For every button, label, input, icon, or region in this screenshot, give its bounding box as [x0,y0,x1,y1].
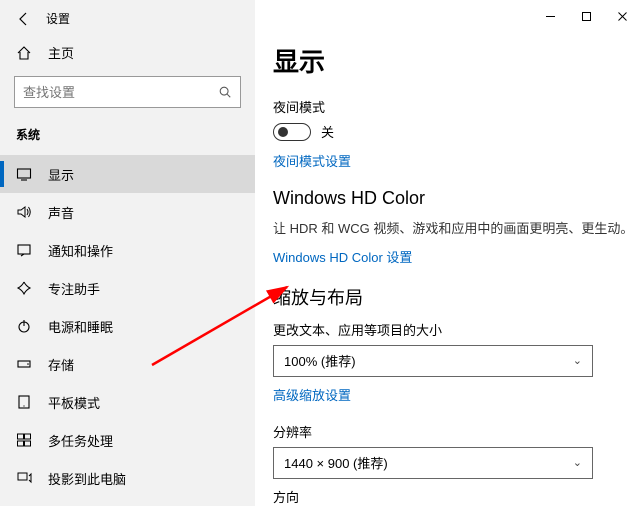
advanced-scale-link[interactable]: 高级缩放设置 [273,385,640,404]
toggle-state-label: 关 [321,122,334,141]
sidebar-item-label: 平板模式 [48,393,100,412]
night-mode-settings-link[interactable]: 夜间模式设置 [273,151,640,170]
sidebar-item-label: 声音 [48,203,74,222]
scale-title: 缩放与布局 [273,284,640,310]
resolution-value: 1440 × 900 (推荐) [284,453,388,472]
search-input-container[interactable] [14,76,241,108]
resolution-label: 分辨率 [273,422,640,441]
sidebar-item-label: 多任务处理 [48,431,113,450]
home-icon [16,45,32,61]
home-label: 主页 [48,43,74,62]
orientation-label: 方向 [273,487,640,506]
scale-select[interactable]: 100% (推荐) ⌄ [273,345,593,377]
sidebar-item-power[interactable]: 电源和睡眠 [0,307,255,345]
back-button[interactable] [16,11,32,27]
sidebar-item-label: 通知和操作 [48,241,113,260]
hd-color-title: Windows HD Color [273,188,640,209]
sidebar: 设置 主页 系统 显示 声音 [0,0,255,506]
night-mode-toggle[interactable] [273,123,311,141]
display-icon [16,166,32,182]
sidebar-item-project[interactable]: 投影到此电脑 [0,459,255,497]
hd-color-settings-link[interactable]: Windows HD Color 设置 [273,247,640,266]
home-nav[interactable]: 主页 [0,31,255,72]
sound-icon [16,204,32,220]
tablet-icon [16,394,32,410]
minimize-button[interactable] [532,4,568,28]
notifications-icon [16,242,32,258]
project-icon [16,470,32,486]
sidebar-item-tablet[interactable]: 平板模式 [0,383,255,421]
chevron-down-icon: ⌄ [573,354,582,367]
night-mode-label: 夜间模式 [273,97,640,116]
search-input[interactable] [23,85,218,100]
sidebar-item-focus[interactable]: 专注助手 [0,269,255,307]
power-icon [16,318,32,334]
multitask-icon [16,432,32,448]
sidebar-item-multitask[interactable]: 多任务处理 [0,421,255,459]
search-icon [218,85,232,99]
sidebar-item-label: 显示 [48,165,74,184]
resolution-select[interactable]: 1440 × 900 (推荐) ⌄ [273,447,593,479]
focus-icon [16,280,32,296]
maximize-button[interactable] [568,4,604,28]
section-label-system: 系统 [0,118,255,149]
settings-title: 设置 [46,10,70,27]
storage-icon [16,356,32,372]
sidebar-item-label: 存储 [48,355,74,374]
close-button[interactable] [604,4,640,28]
sidebar-item-label: 电源和睡眠 [48,317,113,336]
sidebar-item-notifications[interactable]: 通知和操作 [0,231,255,269]
hd-color-desc: 让 HDR 和 WCG 视频、游戏和应用中的画面更明亮、更生动。 [273,219,640,239]
page-title: 显示 [273,42,640,79]
content-pane: 显示 夜间模式 关 夜间模式设置 Windows HD Color 让 HDR … [255,0,640,506]
chevron-down-icon: ⌄ [573,456,582,469]
sidebar-item-label: 投影到此电脑 [48,469,126,488]
sidebar-item-label: 专注助手 [48,279,100,298]
sidebar-item-display[interactable]: 显示 [0,155,255,193]
scale-label: 更改文本、应用等项目的大小 [273,320,640,339]
sidebar-item-storage[interactable]: 存储 [0,345,255,383]
scale-value: 100% (推荐) [284,351,356,370]
sidebar-item-sound[interactable]: 声音 [0,193,255,231]
